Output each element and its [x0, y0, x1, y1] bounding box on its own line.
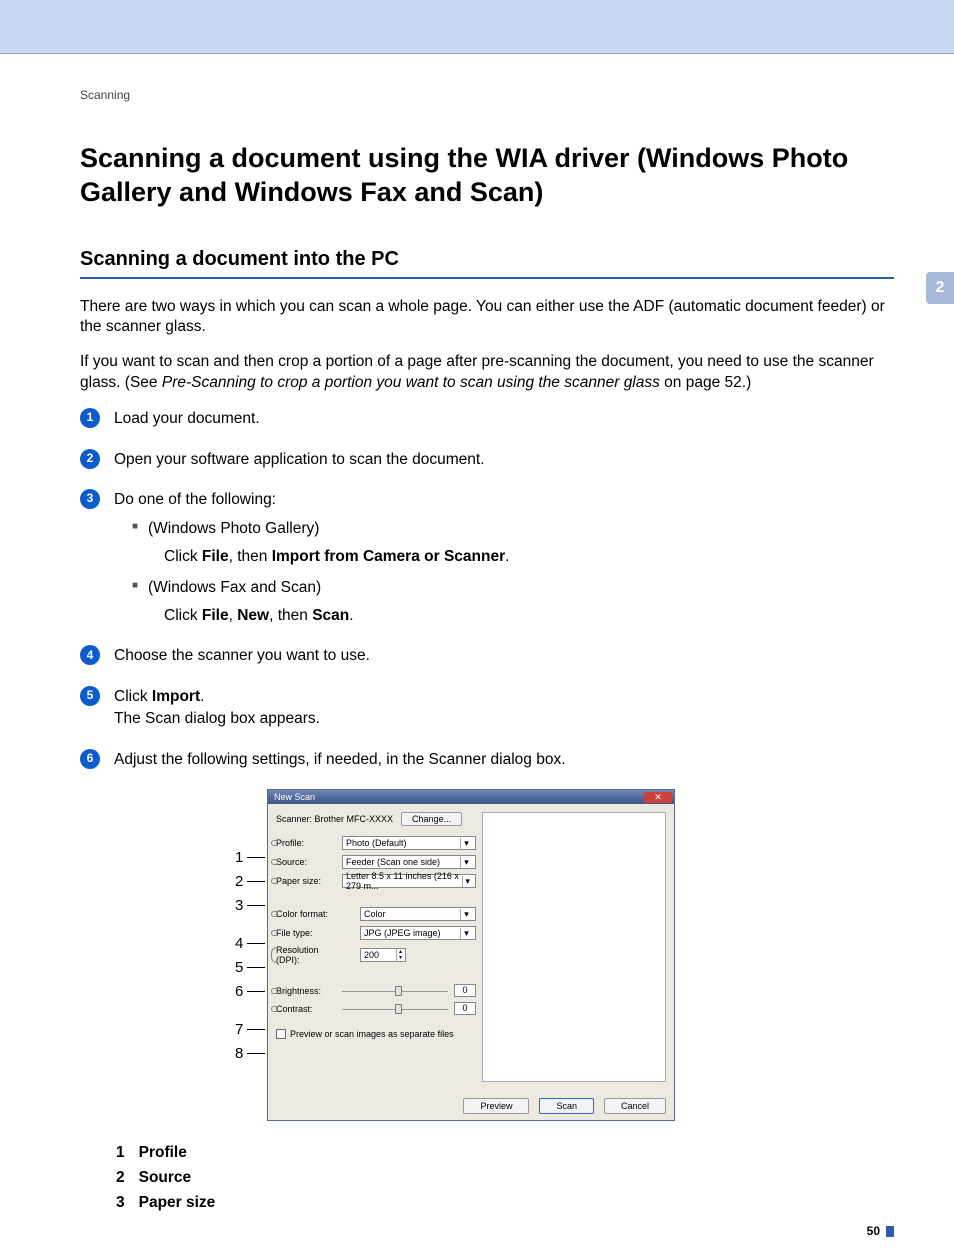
- contrast-slider[interactable]: [342, 1003, 448, 1015]
- color-format-label: Color format:: [276, 909, 342, 919]
- step-1-text: Load your document.: [114, 410, 260, 427]
- resolution-stepper[interactable]: 200▴▾: [360, 948, 406, 962]
- preview-pane: [482, 812, 666, 1082]
- step-5: 5 Click Import. The Scan dialog box appe…: [80, 686, 894, 731]
- callout-legend: 1Profile 2Source 3Paper size: [116, 1141, 894, 1215]
- step-5-note: The Scan dialog box appears.: [114, 710, 320, 727]
- brightness-value[interactable]: 0: [454, 984, 476, 997]
- close-icon[interactable]: ✕: [644, 792, 672, 803]
- step-2-text: Open your software application to scan t…: [114, 451, 485, 468]
- chapter-tab: 2: [926, 272, 954, 304]
- separate-files-checkbox[interactable]: [276, 1029, 286, 1039]
- opt-a-title: (Windows Photo Gallery): [148, 520, 319, 537]
- file-type-select[interactable]: JPG (JPEG image)▾: [360, 926, 476, 940]
- opt-b-title: (Windows Fax and Scan): [148, 579, 321, 596]
- step-badge: 3: [80, 489, 100, 509]
- paper-size-label: Paper size:: [276, 876, 342, 886]
- source-label: Source:: [276, 857, 342, 867]
- step-3-opt-a: (Windows Photo Gallery) Click File, then…: [132, 518, 894, 569]
- step-badge: 1: [80, 408, 100, 428]
- step-4-text: Choose the scanner you want to use.: [114, 647, 370, 664]
- chevron-down-icon: ▾: [462, 876, 472, 887]
- brightness-slider[interactable]: [342, 985, 448, 997]
- file-type-label: File type:: [276, 928, 342, 938]
- step-4: 4 Choose the scanner you want to use.: [80, 645, 894, 667]
- page-number: 50: [867, 1224, 894, 1238]
- paper-size-select[interactable]: Letter 8.5 x 11 inches (216 x 279 m...▾: [342, 874, 476, 888]
- step-2: 2 Open your software application to scan…: [80, 449, 894, 471]
- page-title: Scanning a document using the WIA driver…: [80, 142, 894, 210]
- step-badge: 6: [80, 749, 100, 769]
- contrast-label: Contrast:: [276, 1004, 342, 1014]
- profile-label: Profile:: [276, 838, 342, 848]
- scan-dialog-figure: 1 2 3 4 5 6 7 8 New Scan ✕ Scanner: Brot…: [267, 789, 707, 1121]
- chevron-down-icon: ▾: [460, 928, 472, 939]
- step-6: 6 Adjust the following settings, if need…: [80, 749, 894, 771]
- step-3-text: Do one of the following:: [114, 491, 276, 508]
- step-3-opt-b: (Windows Fax and Scan) Click File, New, …: [132, 577, 894, 628]
- scan-button[interactable]: Scan: [539, 1098, 594, 1114]
- heading-rule: [80, 277, 894, 279]
- dialog-titlebar: New Scan ✕: [268, 790, 674, 804]
- breadcrumb: Scanning: [80, 88, 894, 102]
- change-button[interactable]: Change...: [401, 812, 462, 826]
- color-format-select[interactable]: Color▾: [360, 907, 476, 921]
- cancel-button[interactable]: Cancel: [604, 1098, 666, 1114]
- cross-ref-link[interactable]: Pre-Scanning to crop a portion you want …: [162, 374, 660, 391]
- step-badge: 2: [80, 449, 100, 469]
- step-6-text: Adjust the following settings, if needed…: [114, 751, 566, 768]
- new-scan-dialog: New Scan ✕ Scanner: Brother MFC-XXXX Cha…: [267, 789, 675, 1121]
- source-select[interactable]: Feeder (Scan one side)▾: [342, 855, 476, 869]
- step-3: 3 Do one of the following: (Windows Phot…: [80, 489, 894, 627]
- callout-numbers: 1 2 3 4 5 6 7 8: [235, 849, 265, 1069]
- chevron-down-icon: ▾: [460, 838, 472, 849]
- intro-para-2: If you want to scan and then crop a port…: [80, 352, 894, 394]
- brightness-label: Brightness:: [276, 986, 342, 996]
- scanner-label: Scanner: Brother MFC-XXXX: [276, 814, 393, 824]
- chevron-down-icon: ▾: [460, 857, 472, 868]
- profile-select[interactable]: Photo (Default)▾: [342, 836, 476, 850]
- preview-button[interactable]: Preview: [463, 1098, 529, 1114]
- dialog-title: New Scan: [274, 792, 315, 802]
- step-badge: 5: [80, 686, 100, 706]
- separate-files-label: Preview or scan images as separate files: [290, 1029, 454, 1039]
- top-band: [0, 0, 954, 54]
- section-heading: Scanning a document into the PC: [80, 248, 894, 271]
- step-1: 1 Load your document.: [80, 408, 894, 430]
- para2-b: on page 52.): [660, 374, 751, 391]
- intro-para-1: There are two ways in which you can scan…: [80, 297, 894, 339]
- contrast-value[interactable]: 0: [454, 1002, 476, 1015]
- chevron-down-icon: ▾: [460, 909, 472, 920]
- step-badge: 4: [80, 645, 100, 665]
- resolution-label: Resolution (DPI):: [276, 945, 342, 965]
